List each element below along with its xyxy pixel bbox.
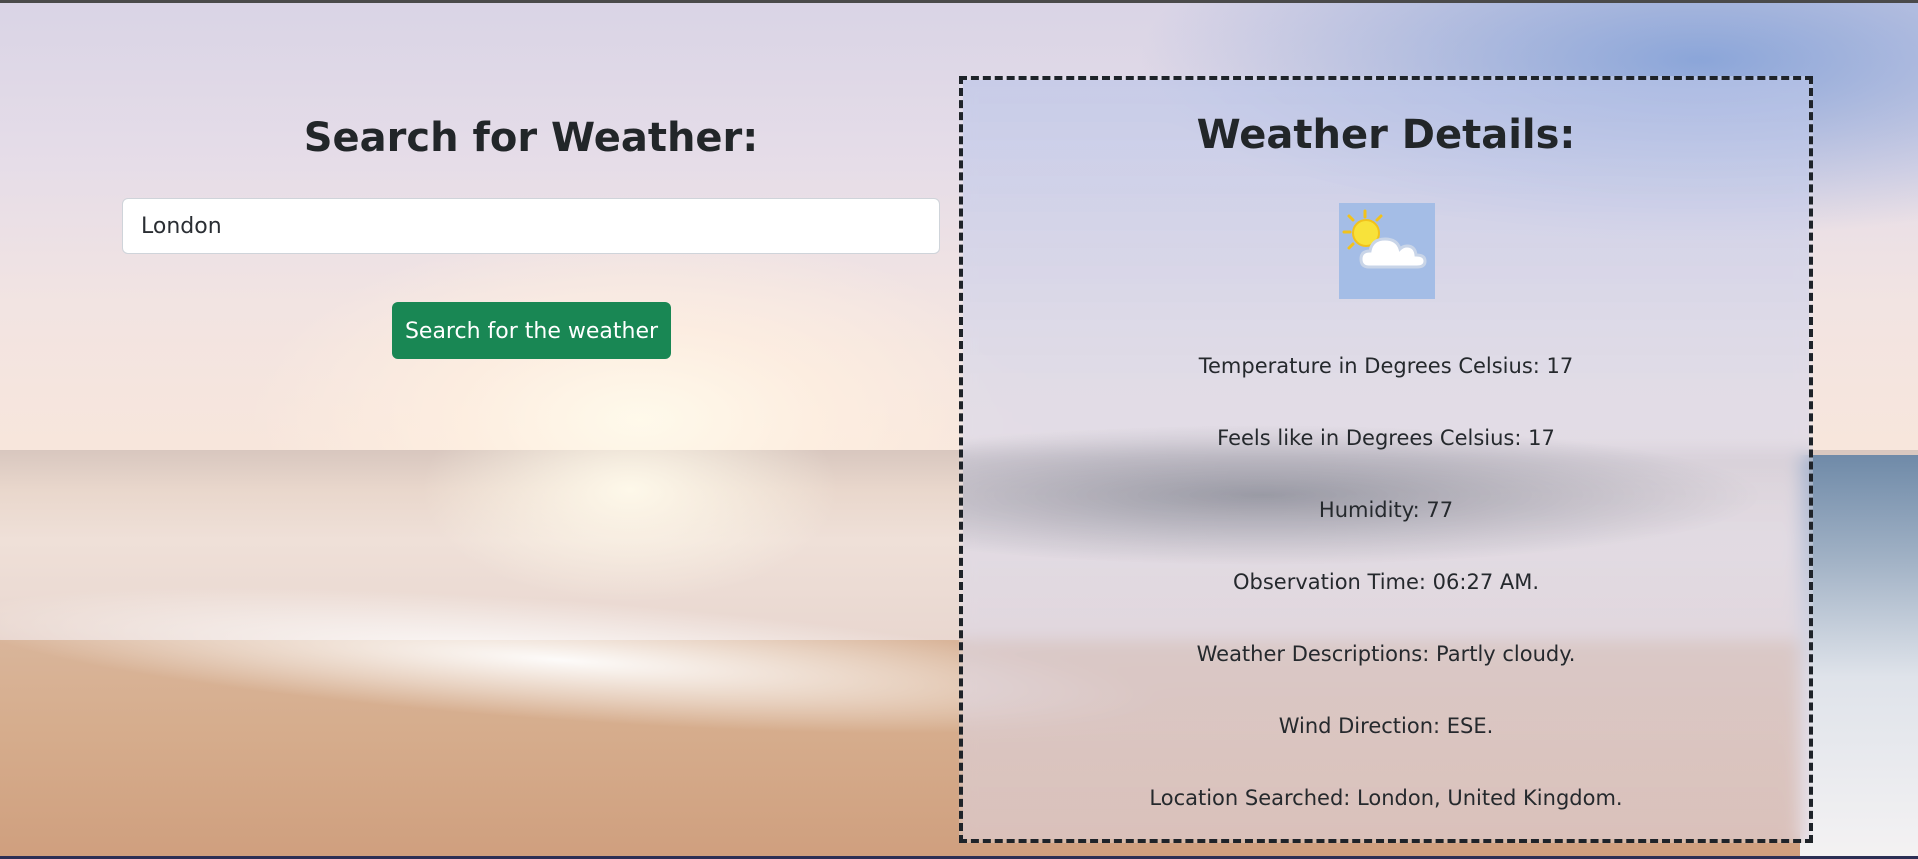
search-section: Search for Weather: Search for the weath… xyxy=(122,100,940,359)
details-title: Weather Details: xyxy=(1196,112,1576,158)
top-border xyxy=(0,0,1918,3)
search-title: Search for Weather: xyxy=(303,115,759,161)
temperature-text: Temperature in Degrees Celsius: 17 xyxy=(1198,354,1574,378)
humidity-text: Humidity: 77 xyxy=(1318,498,1454,522)
weather-details-panel: Weather Details: Temperature in Degrees … xyxy=(959,76,1813,843)
search-weather-button[interactable]: Search for the weather xyxy=(392,302,671,359)
observation-time-text: Observation Time: 06:27 AM. xyxy=(1232,570,1540,594)
wind-direction-text: Wind Direction: ESE. xyxy=(1278,714,1494,738)
weather-descriptions-text: Weather Descriptions: Partly cloudy. xyxy=(1196,642,1576,666)
weather-app-page: Search for Weather: Search for the weath… xyxy=(0,0,1918,859)
feels-like-text: Feels like in Degrees Celsius: 17 xyxy=(1217,426,1555,450)
city-search-input[interactable] xyxy=(122,198,940,254)
partly-cloudy-icon xyxy=(1339,203,1435,299)
weather-details-list: Temperature in Degrees Celsius: 17 Feels… xyxy=(963,330,1809,834)
location-searched-text: Location Searched: London, United Kingdo… xyxy=(1149,786,1623,810)
background-sea-right xyxy=(1800,455,1918,859)
